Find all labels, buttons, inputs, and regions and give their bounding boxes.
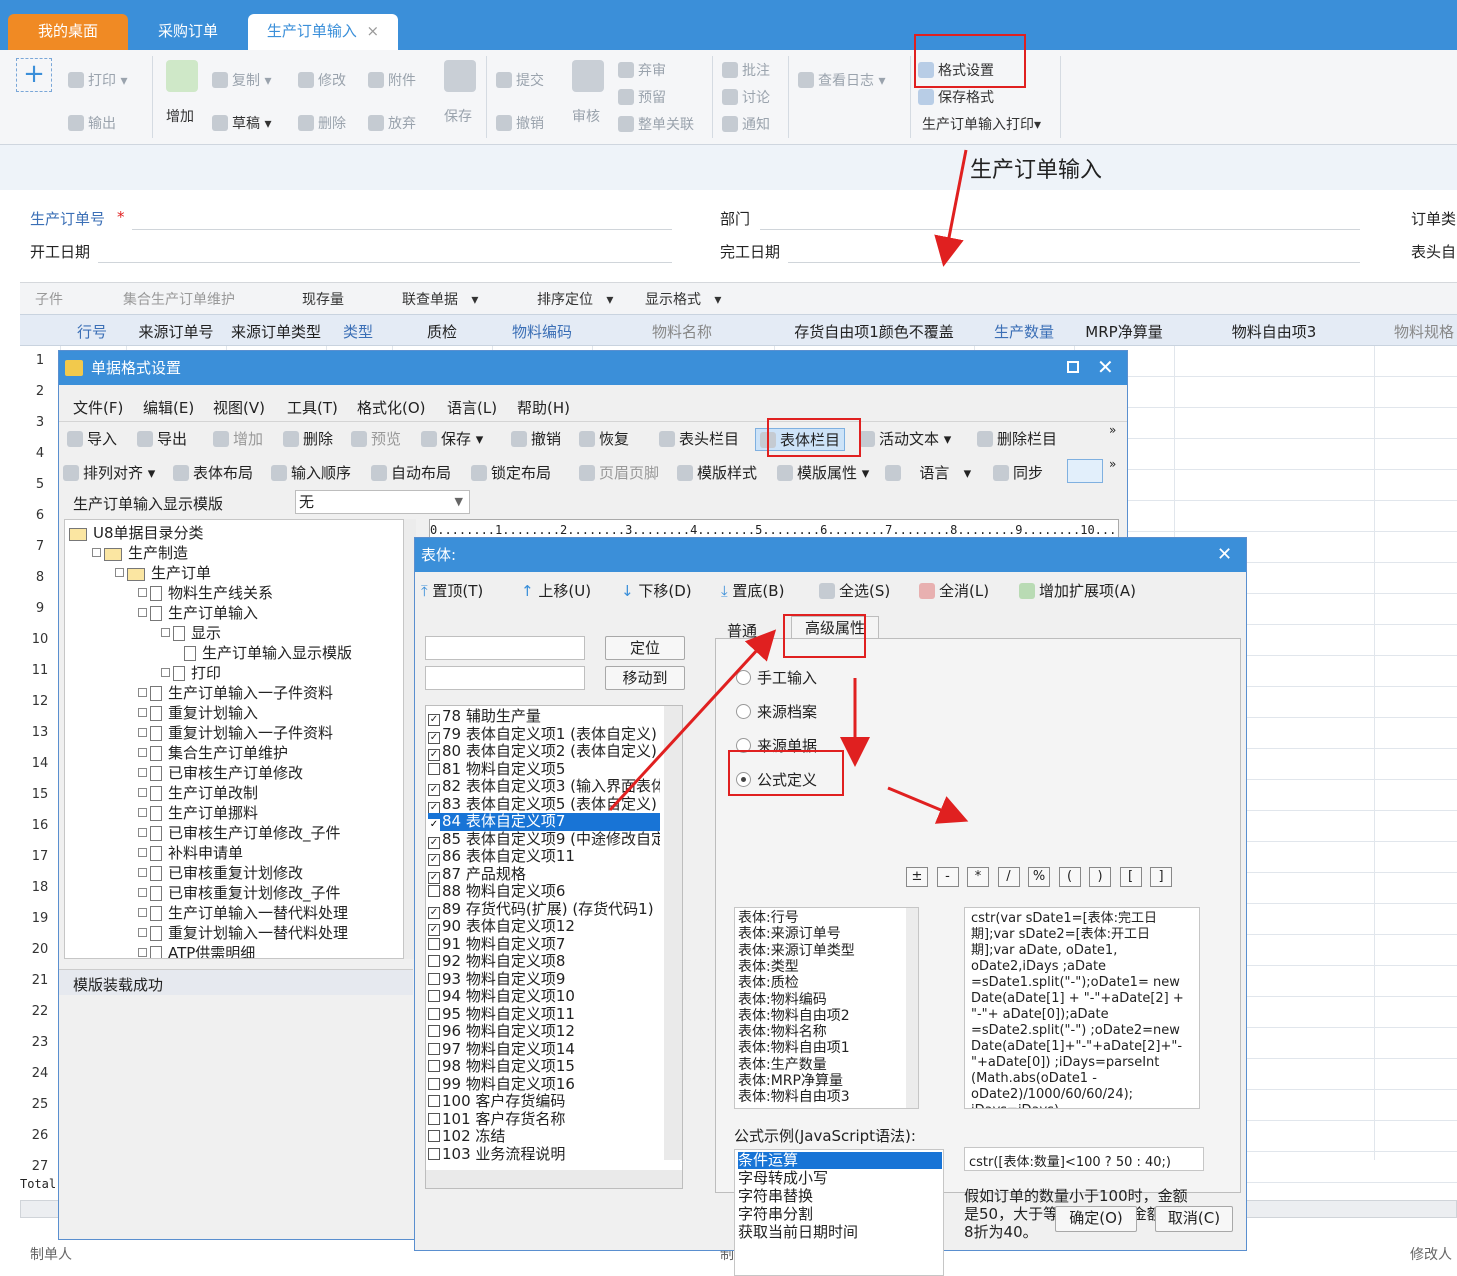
arrow-to-advanced <box>608 629 777 812</box>
arrow-to-ribbon <box>934 149 968 267</box>
arrow-to-editor <box>887 786 969 824</box>
annotation-arrows <box>608 149 969 824</box>
